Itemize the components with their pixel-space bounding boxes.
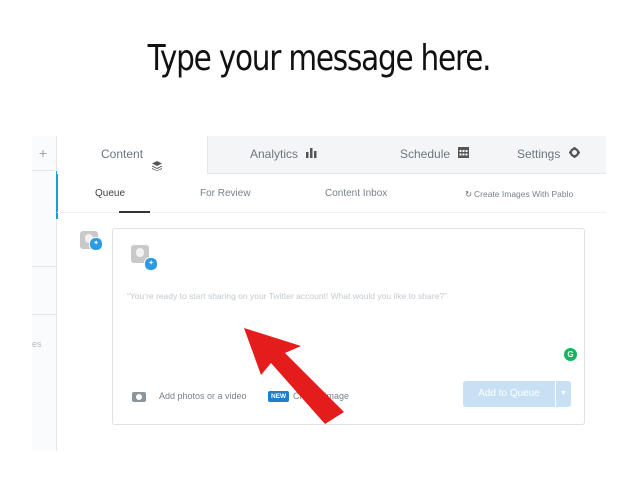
arrow-shape [244,328,344,424]
red-arrow-annotation [244,328,344,424]
